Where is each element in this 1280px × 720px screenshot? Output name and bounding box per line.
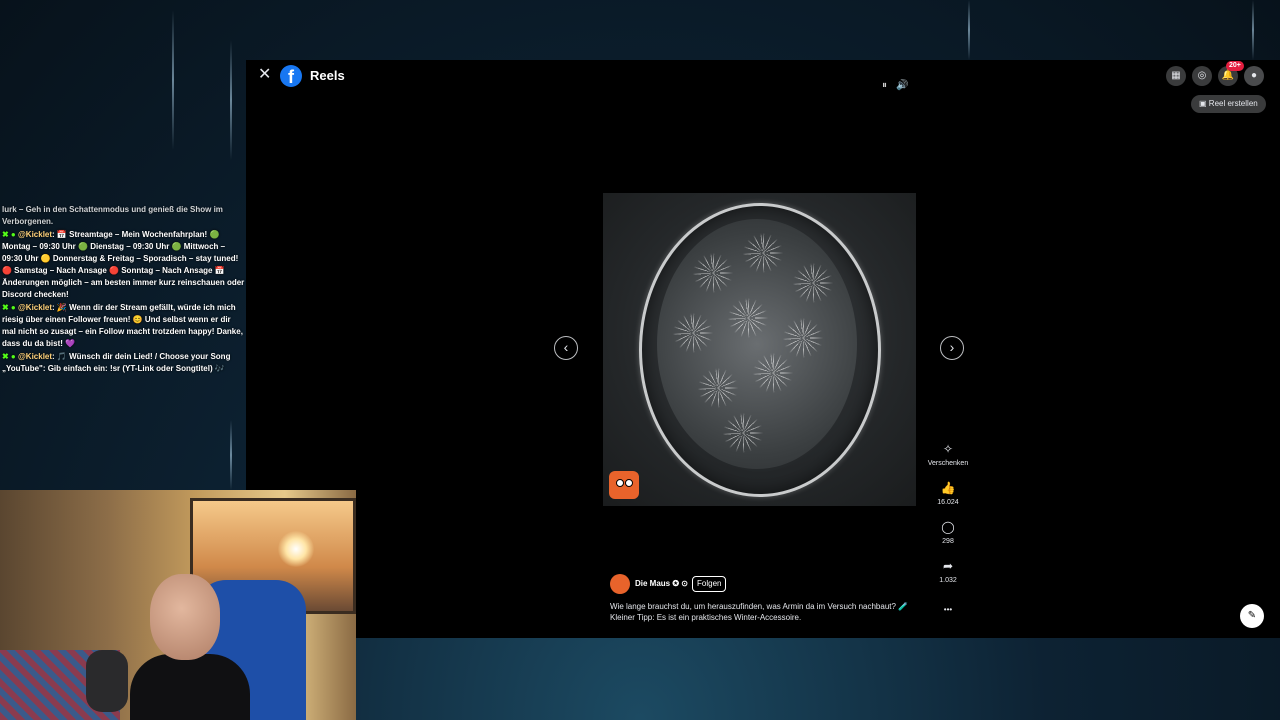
author-avatar[interactable]: [610, 574, 630, 594]
background-light-streak: [230, 40, 232, 160]
follow-button[interactable]: Folgen: [692, 576, 727, 592]
crystal-decor: [753, 353, 793, 393]
share-icon: ➦: [942, 559, 954, 573]
chat-user: @Kicklet: [18, 230, 53, 239]
crystal-decor: [793, 263, 833, 303]
crystal-decor: [698, 368, 738, 408]
crystal-decor: [673, 313, 713, 353]
reel-create-icon: ▣: [1199, 99, 1207, 108]
background-light-streak: [172, 10, 174, 150]
gift-action[interactable]: ✧ Verschenken: [926, 441, 970, 467]
comment-count: 298: [942, 538, 954, 545]
next-reel-button[interactable]: ›: [940, 336, 964, 360]
webcam-streamer: [130, 574, 250, 720]
previous-reel-button[interactable]: ‹: [554, 336, 578, 360]
webcam-overlay: [0, 490, 356, 720]
facebook-reels-viewer: ✕ f Reels ⏸ 🔊 ▦ ◎ 🔔 ● ▣ Reel erstellen ‹…: [246, 60, 1280, 638]
volume-icon[interactable]: 🔊: [896, 80, 908, 91]
chat-message: ✖ ● @Kicklet: 🎉 Wenn dir der Stream gefä…: [2, 303, 243, 348]
profile-avatar[interactable]: ●: [1244, 66, 1264, 86]
close-icon[interactable]: ✕: [258, 66, 272, 84]
gift-label: Verschenken: [927, 460, 969, 467]
crystal-decor: [783, 318, 823, 358]
thumbs-up-icon: 👍: [940, 481, 956, 495]
crystal-decor: [743, 233, 783, 273]
comment-icon: ◯: [941, 520, 955, 534]
pause-icon[interactable]: ⏸: [882, 80, 887, 91]
more-options-button[interactable]: •••: [926, 602, 970, 618]
reel-video[interactable]: [603, 193, 916, 506]
reels-header: ✕ f Reels ⏸ 🔊 ▦ ◎ 🔔 ● ▣ Reel erstellen: [246, 60, 1280, 113]
stream-chat-overlay: lurk – Geh in den Schattenmodus und geni…: [0, 204, 248, 494]
share-action[interactable]: ➦ 1.032: [926, 558, 970, 584]
compose-edit-icon[interactable]: ✎: [1240, 604, 1264, 628]
crystal-decor: [693, 253, 733, 293]
more-icon: •••: [943, 605, 953, 614]
gift-icon: ✧: [942, 442, 954, 456]
chat-message: ✖ ● @Kicklet: 🎵 Wünsch dir dein Lied! / …: [2, 352, 231, 373]
webcam-sun: [278, 531, 314, 567]
menu-grid-icon[interactable]: ▦: [1166, 66, 1186, 86]
like-action[interactable]: 👍 16.024: [926, 480, 970, 506]
page-title: Reels: [310, 68, 345, 83]
notification-badge: 20+: [1226, 61, 1244, 71]
chat-message: ✖ ● @Kicklet: 📅 Streamtage – Mein Wochen…: [2, 230, 245, 299]
chat-text: lurk – Geh in den Schattenmodus und geni…: [2, 205, 223, 226]
author-name[interactable]: Die Maus ✪ ⊙: [635, 579, 688, 588]
background-light-streak: [1252, 0, 1254, 60]
chat-text: : 📅 Streamtage – Mein Wochenfahrplan! 🟢 …: [2, 230, 245, 299]
facebook-logo-icon[interactable]: f: [280, 65, 302, 87]
reel-create-label: Reel erstellen: [1208, 99, 1258, 108]
comment-action[interactable]: ◯ 298: [926, 519, 970, 545]
create-reel-button[interactable]: ▣ Reel erstellen: [1191, 95, 1266, 113]
messenger-icon[interactable]: ◎: [1192, 66, 1212, 86]
post-caption: Wie lange brauchst du, um herauszufinden…: [610, 602, 909, 622]
chat-user: @Kicklet: [18, 352, 53, 361]
chat-message: lurk – Geh in den Schattenmodus und geni…: [0, 204, 248, 228]
background-light-streak: [968, 0, 970, 60]
webcam-microphone: [86, 650, 128, 712]
die-maus-logo: [609, 471, 639, 499]
crystal-decor: [728, 298, 768, 338]
like-count: 16.024: [937, 499, 959, 506]
share-count: 1.032: [939, 577, 957, 584]
crystal-decor: [723, 413, 763, 453]
chat-user: @Kicklet: [18, 303, 53, 312]
